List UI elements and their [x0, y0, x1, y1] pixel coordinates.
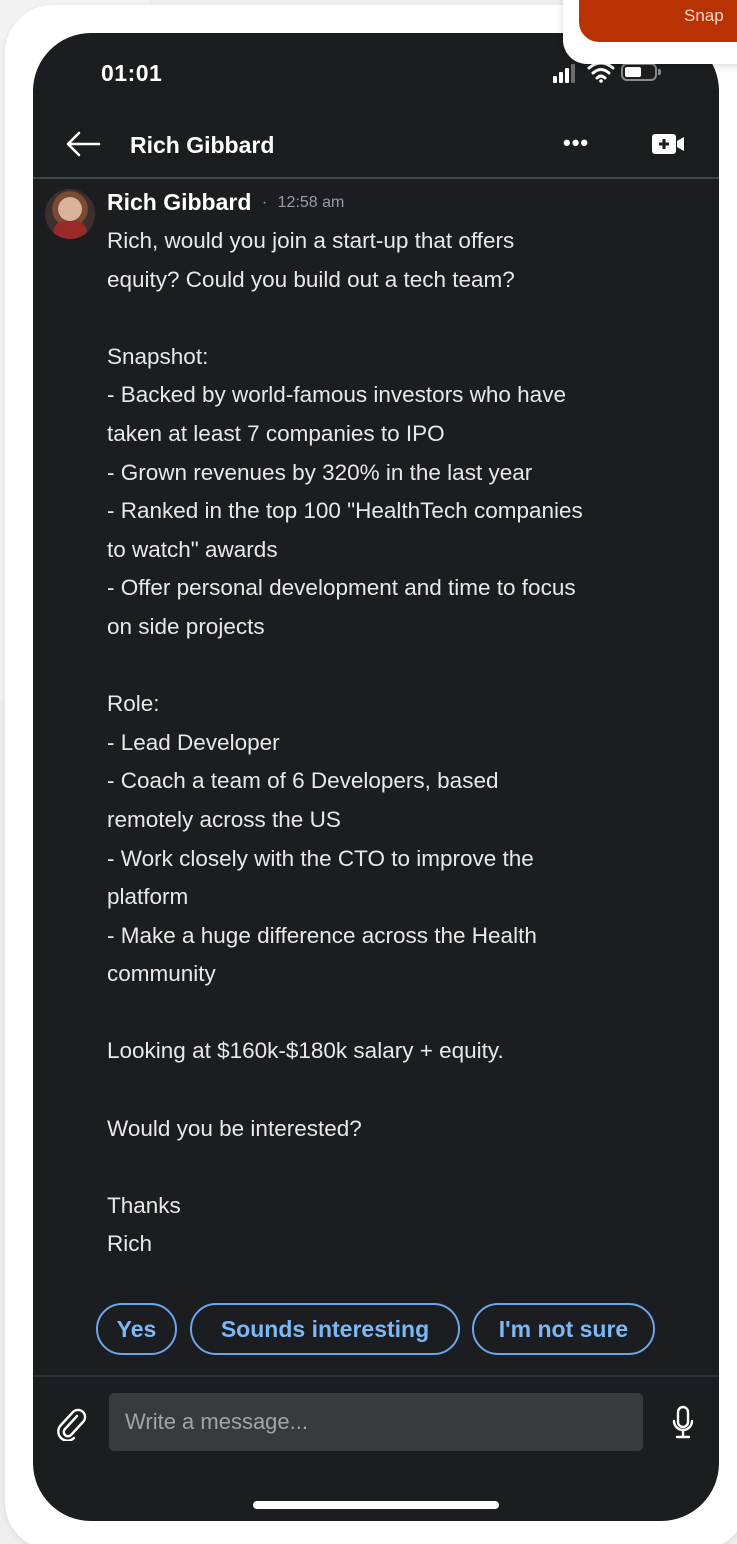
status-time: 01:01 — [101, 60, 163, 86]
message-line: platform — [107, 884, 189, 910]
message-line: Rich, would you join a start-up that off… — [107, 228, 515, 253]
message-line: - Make a huge difference across the Heal… — [107, 922, 537, 948]
message-line: Thanks — [107, 1192, 181, 1218]
home-indicator — [253, 1501, 499, 1509]
message-line: community — [107, 961, 216, 987]
message-line: - Lead Developer — [107, 729, 280, 755]
message-line: Rich — [107, 1231, 153, 1257]
quick-reply-yes[interactable]: Yes — [96, 1303, 177, 1355]
message-line — [107, 1148, 697, 1187]
message-line: Role: — [107, 691, 160, 717]
more-icon[interactable]: ••• — [563, 130, 589, 156]
signal-icon — [553, 61, 579, 83]
message-time: 12:58 am — [277, 194, 345, 211]
status-icons — [549, 61, 679, 83]
overlay-card-text: Snap — [684, 6, 724, 25]
video-call-icon[interactable] — [651, 132, 685, 156]
paperclip-icon[interactable] — [55, 1407, 89, 1441]
wifi-icon — [587, 61, 615, 83]
message-line — [107, 647, 697, 686]
message-line: taken at least 7 companies to IPO — [107, 420, 445, 446]
message-line: to watch" awards — [107, 536, 278, 562]
conversation-header: Rich Gibbard ••• — [33, 115, 719, 179]
message-line — [107, 1071, 697, 1110]
sender-name[interactable]: Rich Gibbard — [107, 189, 251, 215]
battery-icon — [621, 63, 661, 81]
message-composer — [33, 1375, 719, 1521]
message-line: - Offer personal development and time to… — [107, 575, 576, 601]
message-line: - Grown revenues by 320% in the last yea… — [107, 459, 533, 485]
avatar[interactable] — [45, 189, 95, 239]
phone-screen: 01:01 Rich Gibbard ••• Rich Gibbard · 12… — [33, 33, 719, 1521]
message-line: - Work closely with the CTO to improve t… — [107, 845, 534, 871]
message-line — [107, 299, 697, 338]
message-line: Snapshot: — [107, 343, 209, 369]
message-body: Rich, would you join a start-up that off… — [107, 222, 697, 1264]
message-line: Looking at $160k-$180k salary + equity. — [107, 1038, 504, 1064]
quick-reply-not-sure[interactable]: I'm not sure — [472, 1303, 655, 1355]
message-line — [107, 994, 697, 1033]
back-arrow-icon[interactable] — [63, 129, 103, 159]
overlay-card: Snap — [563, 0, 737, 64]
message-input[interactable] — [109, 1393, 643, 1451]
message-line: equity? Could you build out a tech team? — [107, 266, 515, 292]
microphone-icon[interactable] — [671, 1405, 695, 1441]
message-line: Would you be interested? — [107, 1115, 362, 1141]
overlay-card-banner: Snap — [579, 0, 737, 42]
message-line: - Ranked in the top 100 "HealthTech comp… — [107, 498, 583, 524]
message-header: Rich Gibbard · 12:58 am — [107, 189, 344, 216]
message-line: - Coach a team of 6 Developers, based — [107, 768, 499, 794]
message-line: remotely across the US — [107, 806, 341, 832]
message-line: on side projects — [107, 613, 265, 639]
quick-reply-sounds-interesting[interactable]: Sounds interesting — [190, 1303, 460, 1355]
separator: · — [261, 194, 268, 211]
message-line: - Backed by world-famous investors who h… — [107, 382, 566, 408]
conversation-title[interactable]: Rich Gibbard — [130, 132, 274, 159]
